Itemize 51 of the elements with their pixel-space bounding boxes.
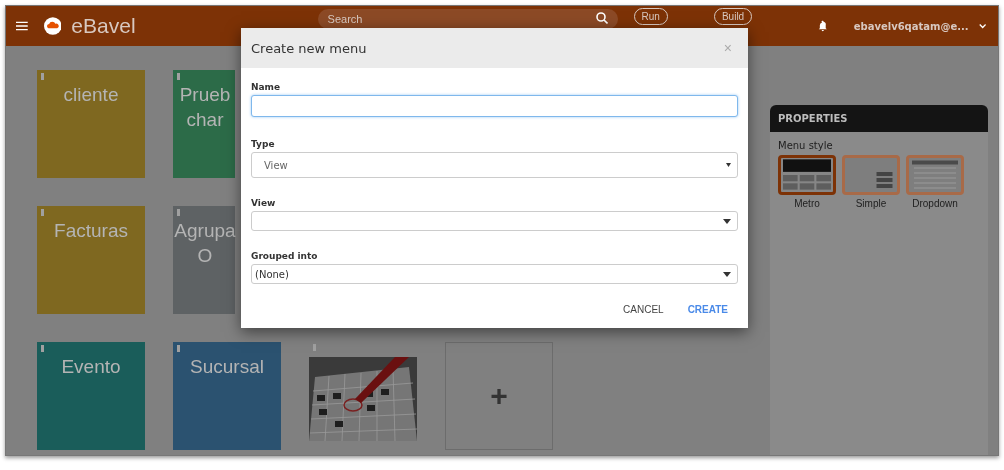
dropdown-field[interactable] xyxy=(251,211,738,231)
marker-icon xyxy=(177,345,180,352)
add-tile-button[interactable]: + xyxy=(445,342,553,450)
search-icon xyxy=(595,12,608,24)
marker-icon xyxy=(177,73,180,80)
type-select[interactable]: View xyxy=(251,152,738,178)
simple-layout-icon xyxy=(876,172,893,188)
menu-tile[interactable]: Sucursal xyxy=(173,342,281,450)
menu-tile[interactable]: cliente xyxy=(37,70,145,178)
field-label: Type xyxy=(251,139,276,149)
marker-icon xyxy=(177,209,180,216)
bell-icon[interactable] xyxy=(818,19,828,33)
tile-title: Prueb xyxy=(179,83,231,107)
menu-style-option[interactable]: Metro xyxy=(778,155,836,209)
caret-icon xyxy=(726,163,731,167)
marker-icon xyxy=(41,209,44,216)
marker-icon xyxy=(313,344,316,351)
caret-icon xyxy=(723,218,731,224)
user-email[interactable]: ebavelv6qatam@e... xyxy=(853,20,969,32)
menu-tile[interactable]: Evento xyxy=(37,342,145,450)
menu-style-option[interactable]: Simple xyxy=(842,155,900,209)
menu-tile[interactable]: Agrupa O xyxy=(173,206,235,314)
marker-icon xyxy=(41,345,44,352)
menu-style-option[interactable]: Dropdown xyxy=(906,155,964,209)
menu-tile[interactable]: Prueb char xyxy=(173,70,235,178)
dropdown-layout-icon xyxy=(912,160,958,190)
marker-icon xyxy=(41,73,44,80)
tile-title: Evento xyxy=(61,355,121,379)
tile-title: O xyxy=(197,244,213,268)
menu-tile[interactable]: Facturas xyxy=(37,206,145,314)
create-button[interactable]: CREATE xyxy=(687,304,728,315)
panel-title: PROPERTIES xyxy=(770,105,988,132)
dropdown-field[interactable]: (None) xyxy=(251,264,738,284)
app-name: eBavel xyxy=(71,14,136,38)
name-field[interactable] xyxy=(251,95,738,117)
chevron-down-icon[interactable] xyxy=(978,23,986,29)
section-label: Menu style xyxy=(777,139,834,153)
caret-icon xyxy=(723,271,731,277)
dialog-title: Create new menu xyxy=(251,40,367,56)
field-label: View xyxy=(251,198,277,208)
cloud-logo-icon xyxy=(43,14,62,38)
tile-title: Sucursal xyxy=(190,355,264,379)
tile-title: char xyxy=(186,108,224,132)
cancel-button[interactable]: CANCEL xyxy=(623,304,664,315)
field-label: Grouped into xyxy=(251,251,319,261)
tile-title: cliente xyxy=(63,83,119,107)
tile-title: Facturas xyxy=(54,219,128,243)
tile-title: Agrupa xyxy=(174,219,236,243)
menu-icon[interactable] xyxy=(16,20,28,32)
search-field[interactable]: Search xyxy=(317,9,618,29)
field-label: Name xyxy=(251,82,282,92)
